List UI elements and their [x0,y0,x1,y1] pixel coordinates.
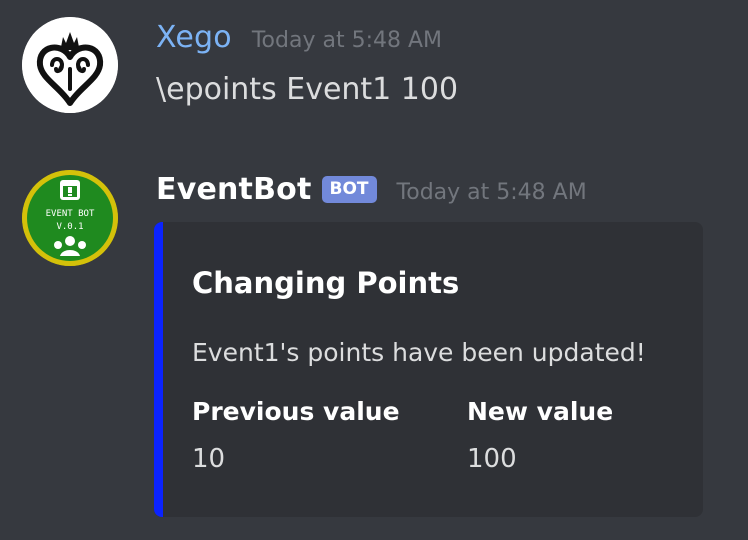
message-content: \epoints Event1 100 [156,72,459,107]
avatar-logo-text-line1: EVENT BOT [46,209,95,219]
avatar-xego[interactable] [22,17,118,113]
timestamp: Today at 5:48 AM [251,28,443,53]
embed-title: Changing Points [192,266,460,300]
message-header: EventBot BOT Today at 5:48 AM [156,172,587,208]
embed-description: Event1's points have been updated! [192,338,646,367]
username[interactable]: EventBot [156,172,312,207]
bot-tag: BOT [321,176,377,203]
avatar-eventbot[interactable]: EVENT BOT V.0.1 [22,170,118,266]
embed-field-name-new: New value [467,397,614,426]
timestamp: Today at 5:48 AM [396,180,587,205]
embed-field-name-previous: Previous value [192,397,400,426]
embed-field-value-previous: 10 [192,444,226,474]
kingdom-hearts-heart-crown-icon [22,17,118,113]
message-header: Xego Today at 5:48 AM [156,20,442,55]
avatar-logo-text-line2: V.0.1 [56,222,83,232]
event-bot-logo-icon: EVENT BOT V.0.1 [22,170,118,266]
embed: Changing Points Event1's points have bee… [154,222,703,517]
embed-field-value-new: 100 [467,444,517,474]
username[interactable]: Xego [156,20,232,55]
embed-accent-bar [154,222,163,517]
